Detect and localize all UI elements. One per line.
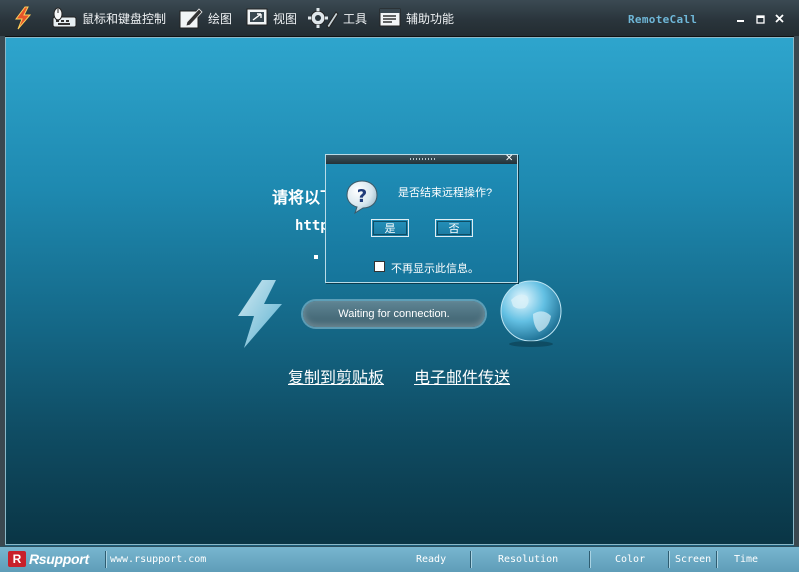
draw-icon — [179, 8, 203, 29]
status-separator — [589, 551, 591, 568]
mouse-keyboard-icon — [52, 7, 77, 28]
status-separator — [716, 551, 718, 568]
maximize-icon — [756, 15, 765, 24]
status-separator — [470, 551, 472, 568]
window-frame-right — [794, 36, 799, 546]
maximize-button[interactable] — [754, 12, 768, 24]
dialog-message: 是否结束远程操作? — [398, 187, 493, 199]
toolbar-label: 绘图 — [208, 11, 233, 26]
brand-name: Rsupport — [29, 551, 89, 567]
toolbar-mouse-keyboard-control[interactable]: 鼠标和键盘控制 — [50, 0, 166, 36]
brand-logo: R Rsupport — [8, 550, 89, 568]
minimize-button[interactable] — [734, 12, 748, 24]
toolbar-tools[interactable]: 工具 — [307, 0, 367, 36]
view-icon — [246, 8, 268, 26]
toolbar: 鼠标和键盘控制 绘图 视图 工具 辅助功能 RemoteCall — [0, 0, 799, 37]
dialog-close-button[interactable]: ✕ — [505, 153, 513, 165]
status-separator — [668, 551, 670, 568]
status-time: Time — [734, 554, 759, 565]
question-icon: ? — [346, 180, 378, 215]
copy-to-clipboard-link[interactable]: 复制到剪贴板 — [288, 364, 384, 388]
connection-status-text: Waiting for connection. — [338, 308, 450, 320]
status-color: Color — [615, 554, 646, 565]
send-by-email-link[interactable]: 电子邮件传送 — [414, 364, 510, 388]
app-menu-button[interactable] — [12, 0, 34, 36]
confirm-dialog: ✕ ? 是否结束远程操作? 是 否 不再显示此信息。 — [325, 153, 518, 283]
dont-show-again-checkbox[interactable] — [374, 261, 385, 272]
toolbar-label: 辅助功能 — [406, 11, 455, 26]
status-ready: Ready — [416, 554, 447, 565]
drag-grip-icon[interactable] — [410, 158, 436, 160]
close-button[interactable] — [773, 12, 787, 24]
toolbar-label: 鼠标和键盘控制 — [82, 11, 167, 26]
yes-button[interactable]: 是 — [371, 219, 409, 237]
toolbar-label: 工具 — [343, 11, 368, 26]
status-resolution: Resolution — [498, 554, 559, 565]
toolbar-view[interactable]: 视图 — [245, 0, 297, 36]
no-button[interactable]: 否 — [435, 219, 473, 237]
status-website: www.rsupport.com — [110, 554, 207, 565]
lightning-logo-icon — [238, 280, 282, 348]
lightning-icon — [15, 6, 32, 30]
tools-icon — [308, 8, 339, 29]
status-screen: Screen — [675, 554, 712, 565]
connection-url: http — [295, 218, 329, 234]
assist-icon — [379, 8, 401, 27]
main-panel — [5, 37, 794, 545]
connection-status: Waiting for connection. — [303, 301, 485, 327]
status-bar: R Rsupport www.rsupport.com Ready Resolu… — [0, 546, 799, 572]
status-separator — [105, 551, 107, 568]
toolbar-draw[interactable]: 绘图 — [178, 0, 232, 36]
brand-mark-icon: R — [8, 551, 26, 567]
connection-code-dot — [314, 255, 318, 259]
toolbar-assist[interactable]: 辅助功能 — [378, 0, 454, 36]
toolbar-label: 视图 — [273, 11, 298, 26]
dont-show-again-label: 不再显示此信息。 — [391, 263, 479, 275]
svg-text:?: ? — [357, 186, 367, 207]
app-title: RemoteCall — [628, 13, 698, 26]
globe-icon — [500, 280, 562, 347]
close-icon — [775, 14, 784, 23]
minimize-icon — [737, 20, 744, 22]
dialog-title-bar[interactable]: ✕ — [326, 153, 517, 165]
